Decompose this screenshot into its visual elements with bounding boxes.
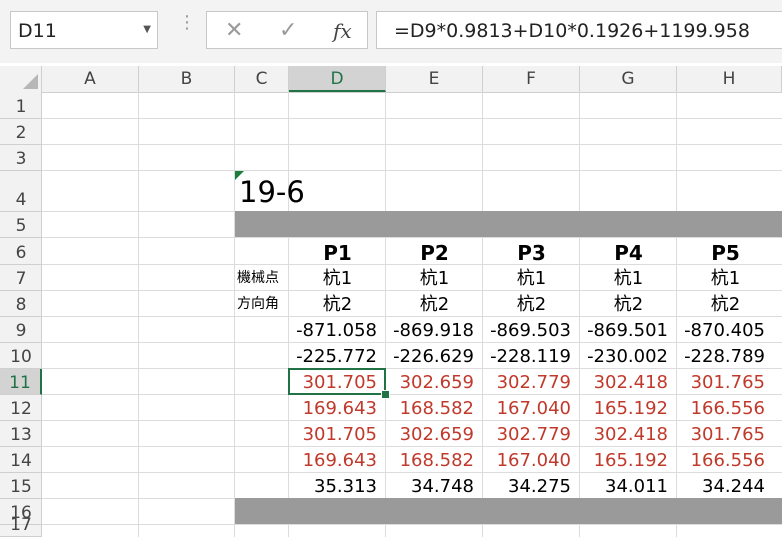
label-direction-angle[interactable]: 方向角 bbox=[235, 291, 289, 317]
cell-e15[interactable]: 34.748 bbox=[386, 473, 483, 499]
name-box-value: D11 bbox=[18, 20, 57, 42]
cell-g9[interactable]: -869.501 bbox=[580, 317, 677, 343]
row-header-11[interactable]: 11 bbox=[0, 369, 42, 395]
cell-h9[interactable]: -870.405 bbox=[677, 317, 774, 343]
cell-e12[interactable]: 168.582 bbox=[386, 395, 483, 421]
machine-point-p1[interactable]: 杭1 bbox=[289, 265, 386, 291]
more-options-icon[interactable]: ⋮ bbox=[178, 14, 196, 32]
column-header-a[interactable]: A bbox=[42, 66, 139, 92]
header-p4[interactable]: P4 bbox=[580, 238, 677, 265]
row-header-6[interactable]: 6 bbox=[0, 238, 42, 265]
header-p5[interactable]: P5 bbox=[677, 238, 774, 265]
row-header-15[interactable]: 15 bbox=[0, 473, 42, 499]
cell-e9[interactable]: -869.918 bbox=[386, 317, 483, 343]
cell-f12[interactable]: 167.040 bbox=[483, 395, 580, 421]
cancel-icon[interactable]: ✕ bbox=[225, 18, 243, 43]
cell-h13[interactable]: 301.765 bbox=[677, 421, 774, 447]
cell-d13[interactable]: 301.705 bbox=[289, 421, 386, 447]
cell-d12[interactable]: 169.643 bbox=[289, 395, 386, 421]
cell-f13[interactable]: 302.779 bbox=[483, 421, 580, 447]
cell-g15[interactable]: 34.011 bbox=[580, 473, 677, 499]
row-header-17[interactable]: 17 bbox=[0, 515, 42, 537]
cell-d10[interactable]: -225.772 bbox=[289, 343, 386, 369]
cell-e10[interactable]: -226.629 bbox=[386, 343, 483, 369]
cell-f11[interactable]: 302.779 bbox=[483, 369, 580, 395]
cell-e11[interactable]: 302.659 bbox=[386, 369, 483, 395]
cell-f9[interactable]: -869.503 bbox=[483, 317, 580, 343]
cell-h12[interactable]: 166.556 bbox=[677, 395, 774, 421]
direction-point-p1[interactable]: 杭2 bbox=[289, 291, 386, 317]
cell-h15[interactable]: 34.244 bbox=[677, 473, 774, 499]
direction-point-p5[interactable]: 杭2 bbox=[677, 291, 774, 317]
select-all-button[interactable] bbox=[0, 66, 42, 92]
row-header-3[interactable]: 3 bbox=[0, 145, 42, 171]
cell-d14[interactable]: 169.643 bbox=[289, 447, 386, 473]
cell-g12[interactable]: 165.192 bbox=[580, 395, 677, 421]
sheet-title[interactable]: 19-6 bbox=[235, 173, 355, 211]
enter-icon[interactable]: ✓ bbox=[279, 18, 297, 43]
formula-text: =D9*0.9813+D10*0.1926+1199.958 bbox=[394, 20, 750, 42]
cell-g14[interactable]: 165.192 bbox=[580, 447, 677, 473]
row-header-1[interactable]: 1 bbox=[0, 92, 42, 119]
cell-g11[interactable]: 302.418 bbox=[580, 369, 677, 395]
row-header-2[interactable]: 2 bbox=[0, 119, 42, 145]
machine-point-p5[interactable]: 杭1 bbox=[677, 265, 774, 291]
gray-band-row-16 bbox=[235, 498, 782, 524]
column-header-d[interactable]: D bbox=[289, 66, 386, 92]
cell-d15[interactable]: 35.313 bbox=[289, 473, 386, 499]
column-header-g[interactable]: G bbox=[580, 66, 677, 92]
formula-bar: D11 ▼ ⋮ ✕ ✓ fx =D9*0.9813+D10*0.1926+119… bbox=[0, 0, 782, 63]
row-header-8[interactable]: 8 bbox=[0, 291, 42, 317]
grid-line bbox=[42, 118, 782, 119]
header-p2[interactable]: P2 bbox=[386, 238, 483, 265]
cell-h14[interactable]: 166.556 bbox=[677, 447, 774, 473]
name-box[interactable]: D11 ▼ bbox=[10, 11, 158, 49]
label-machine-point[interactable]: 機械点 bbox=[235, 265, 289, 291]
row-header-5[interactable]: 5 bbox=[0, 212, 42, 238]
cell-h10[interactable]: -228.789 bbox=[677, 343, 774, 369]
machine-point-p3[interactable]: 杭1 bbox=[483, 265, 580, 291]
chevron-down-icon[interactable]: ▼ bbox=[143, 24, 151, 35]
cell-f14[interactable]: 167.040 bbox=[483, 447, 580, 473]
machine-point-p4[interactable]: 杭1 bbox=[580, 265, 677, 291]
column-header-e[interactable]: E bbox=[386, 66, 483, 92]
row-header-14[interactable]: 14 bbox=[0, 447, 42, 473]
grid-line bbox=[138, 92, 139, 537]
row-header-4[interactable]: 4 bbox=[0, 171, 42, 212]
column-header-f[interactable]: F bbox=[483, 66, 580, 92]
cell-h11[interactable]: 301.765 bbox=[677, 369, 774, 395]
grid-line bbox=[42, 170, 782, 171]
select-all-icon bbox=[23, 74, 38, 89]
grid-line bbox=[42, 524, 782, 525]
column-header-c[interactable]: C bbox=[235, 66, 289, 92]
cell-f15[interactable]: 34.275 bbox=[483, 473, 580, 499]
row-header-7[interactable]: 7 bbox=[0, 265, 42, 291]
formula-buttons: ✕ ✓ fx bbox=[206, 11, 368, 49]
cell-d9[interactable]: -871.058 bbox=[289, 317, 386, 343]
direction-point-p2[interactable]: 杭2 bbox=[386, 291, 483, 317]
cell-g10[interactable]: -230.002 bbox=[580, 343, 677, 369]
active-cell-selection[interactable] bbox=[288, 368, 386, 395]
column-header-h[interactable]: H bbox=[677, 66, 782, 92]
fill-handle[interactable] bbox=[381, 390, 390, 399]
cell-f10[interactable]: -228.119 bbox=[483, 343, 580, 369]
row-header-13[interactable]: 13 bbox=[0, 421, 42, 447]
header-p3[interactable]: P3 bbox=[483, 238, 580, 265]
cell-g13[interactable]: 302.418 bbox=[580, 421, 677, 447]
row-header-9[interactable]: 9 bbox=[0, 317, 42, 343]
formula-input[interactable]: =D9*0.9813+D10*0.1926+1199.958 bbox=[376, 11, 782, 49]
grid-line bbox=[42, 144, 782, 145]
direction-point-p3[interactable]: 杭2 bbox=[483, 291, 580, 317]
insert-function-icon[interactable]: fx bbox=[333, 19, 352, 43]
gray-band-row-5 bbox=[235, 211, 782, 237]
cell-e14[interactable]: 168.582 bbox=[386, 447, 483, 473]
direction-point-p4[interactable]: 杭2 bbox=[580, 291, 677, 317]
machine-point-p2[interactable]: 杭1 bbox=[386, 265, 483, 291]
column-header-b[interactable]: B bbox=[139, 66, 235, 92]
cell-e13[interactable]: 302.659 bbox=[386, 421, 483, 447]
header-p1[interactable]: P1 bbox=[289, 238, 386, 265]
row-header-10[interactable]: 10 bbox=[0, 343, 42, 369]
spreadsheet-grid[interactable]: A B C D E F G H 1 2 3 4 5 6 7 8 9 10 11 … bbox=[0, 63, 782, 537]
row-header-12[interactable]: 12 bbox=[0, 395, 42, 421]
